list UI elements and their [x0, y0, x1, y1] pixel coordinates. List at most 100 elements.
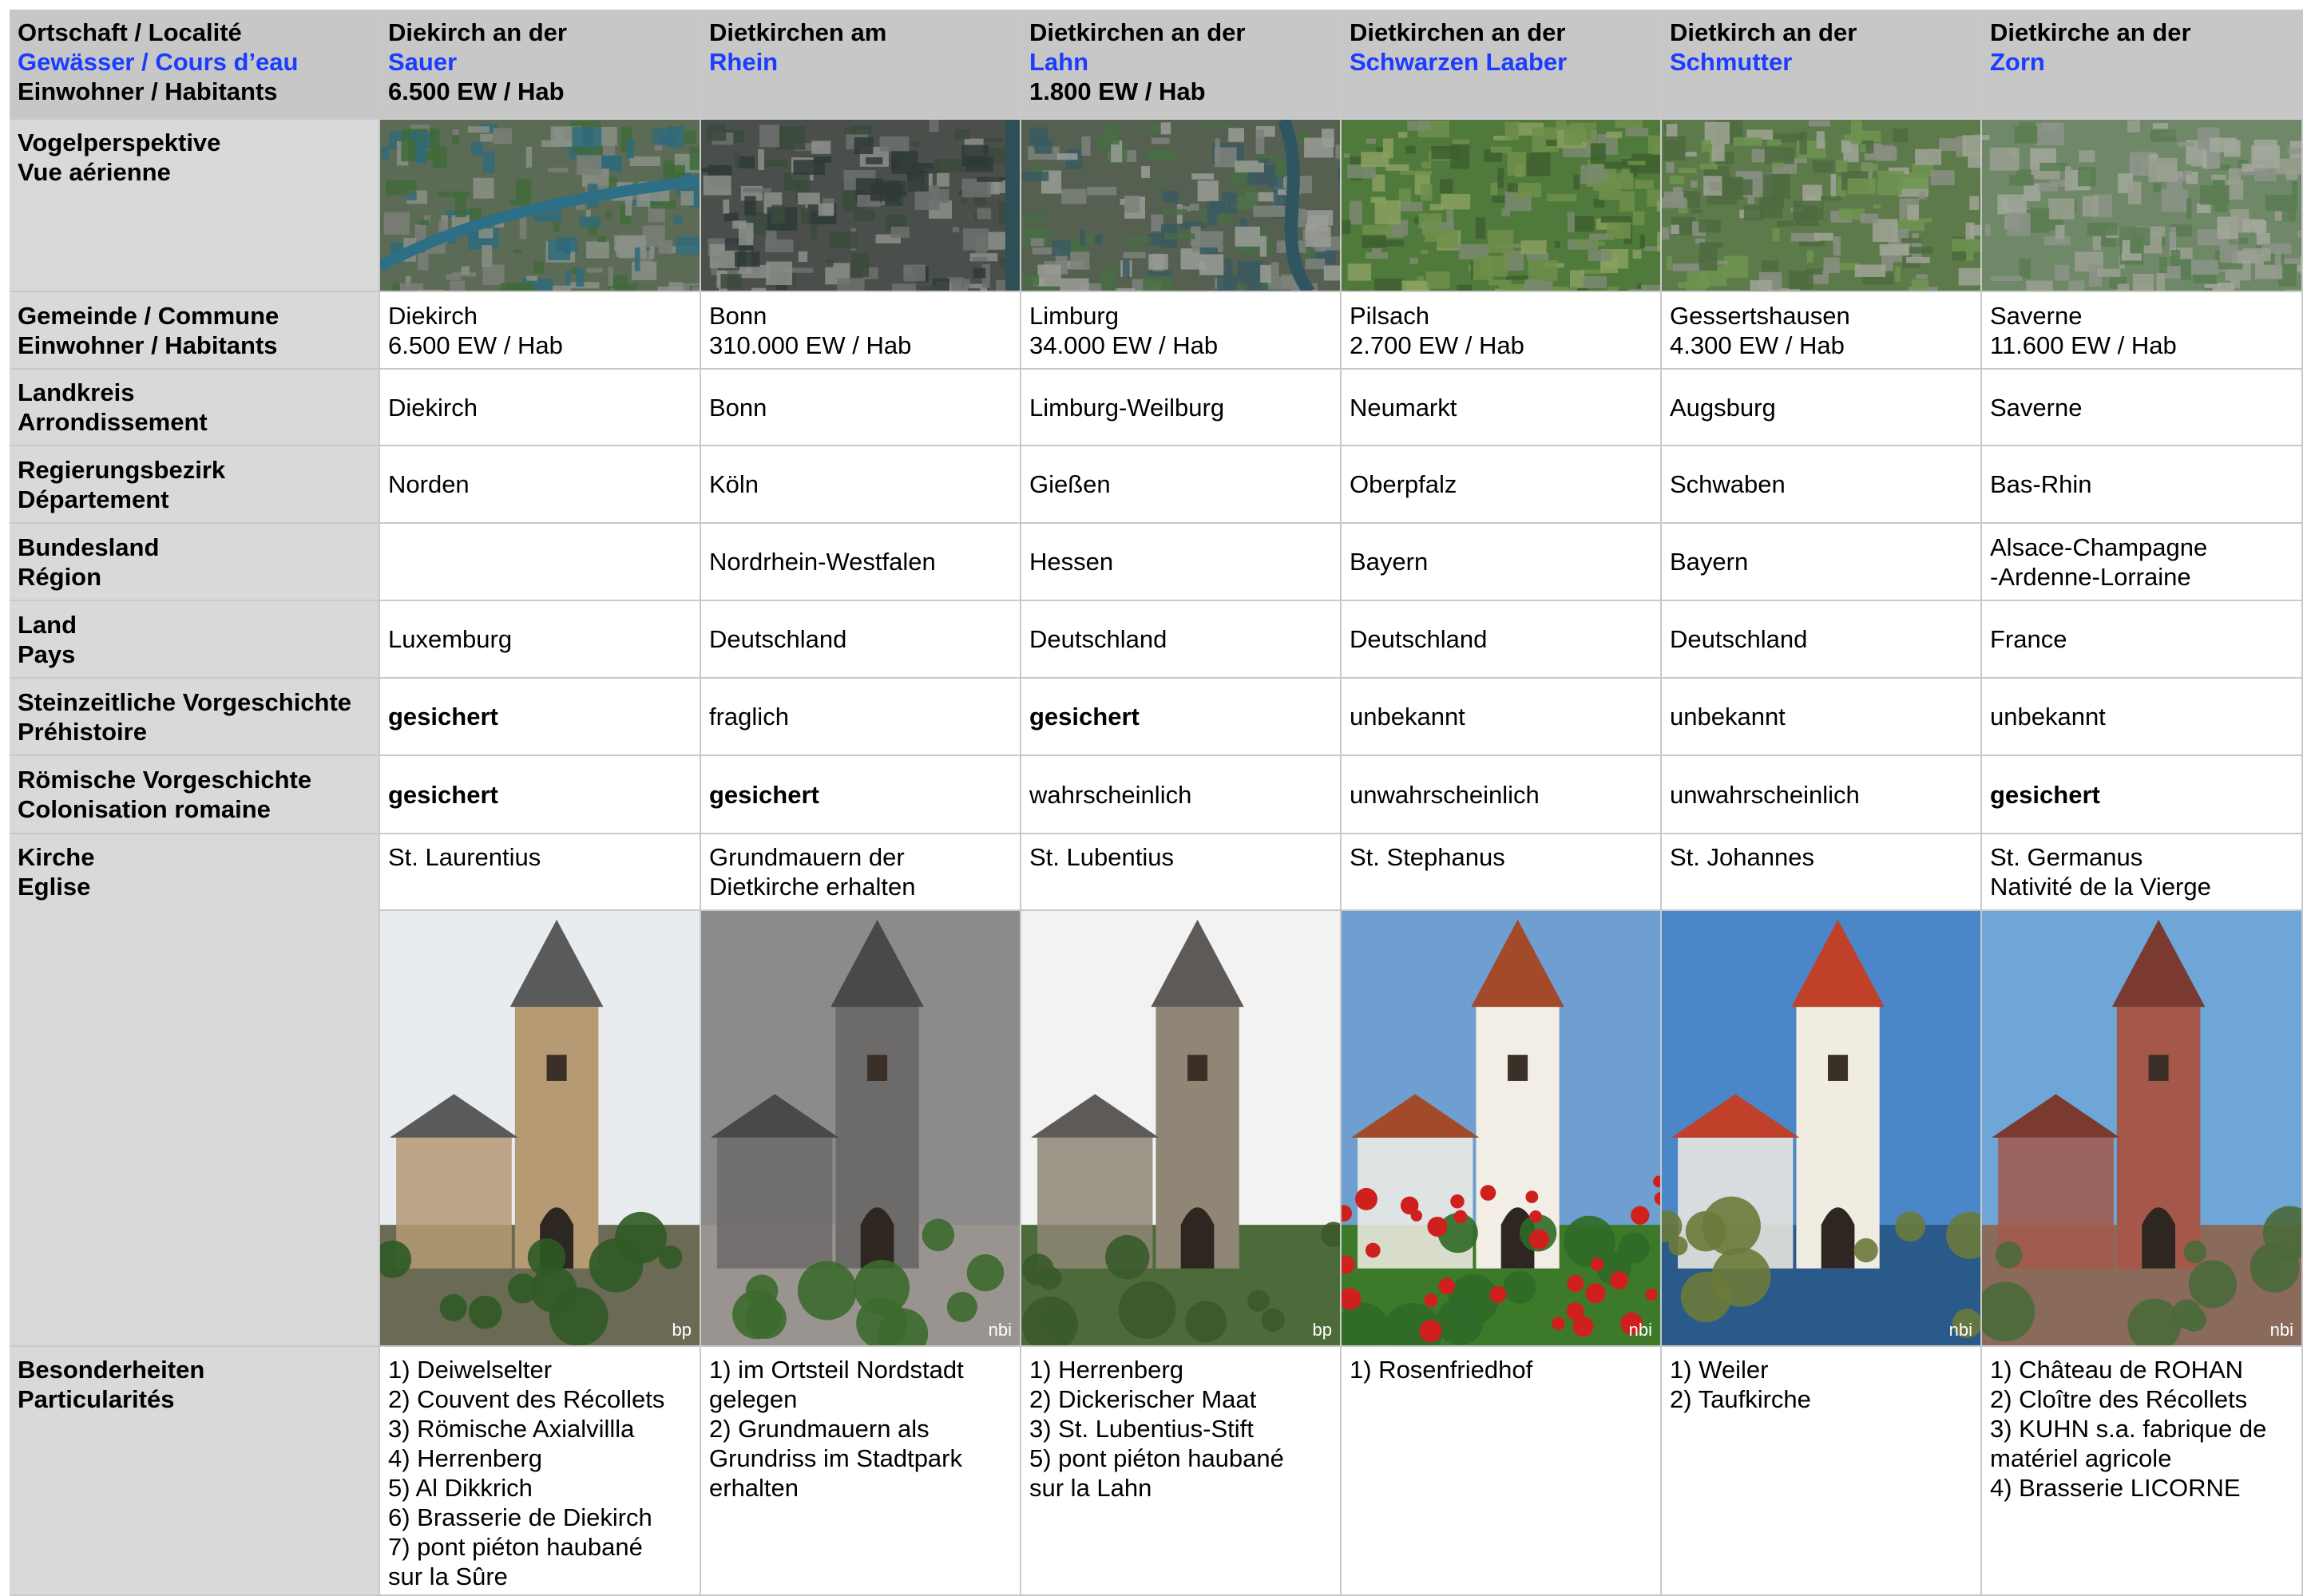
- feature-item: 1) Château de ROHAN: [1990, 1356, 2244, 1384]
- row-label-line1: Bundesland: [18, 533, 160, 561]
- features-list: 1) Herrenberg 2) Dickerischer Maat 3) St. …: [1021, 1347, 1342, 1596]
- church-name-line: St. Lubentius: [1029, 843, 1174, 871]
- photo-credit: nbi: [988, 1320, 1012, 1340]
- locality-population: 1.800 EW / Hab: [1029, 77, 1206, 105]
- row-label-line2: Particularités: [18, 1385, 175, 1413]
- feature-item: 1) Herrenberg: [1029, 1356, 1183, 1384]
- row-label-line1: Besonderheiten: [18, 1356, 205, 1384]
- church-photo: [1342, 911, 1660, 1345]
- church-name: Grundmauern der Dietkirche erhalten: [701, 834, 1021, 911]
- aerial-diekirch: [380, 120, 701, 292]
- roman-value-text: unwahrscheinlich: [1350, 780, 1540, 809]
- bundesland-value-line: Bayern: [1350, 548, 1429, 576]
- locality-name: Dietkirchen an der: [1029, 18, 1246, 46]
- row-label-church: Kirche Eglise: [10, 834, 380, 1347]
- church-photo: [1982, 911, 2301, 1345]
- bundesland-value: Alsace-Champagne -Ardenne-Lorraine: [1982, 524, 2303, 601]
- regbez-value: Gießen: [1021, 446, 1342, 524]
- land-value-text: Deutschland: [709, 625, 847, 653]
- row-label-prehistory: Steinzeitliche Vorgeschichte Préhistoire: [10, 679, 380, 756]
- commune-value-line: Pilsach: [1350, 301, 1429, 330]
- regbez-value-text: Gießen: [1029, 470, 1111, 498]
- prehistory-value: unbekannt: [1982, 679, 2303, 756]
- feature-item: 3) Römische Axialvillla: [388, 1415, 635, 1443]
- church-photo: [701, 911, 1020, 1345]
- roman-value: gesichert: [701, 756, 1021, 834]
- feature-item: 1) Deiwelselter: [388, 1356, 553, 1384]
- comparison-table: Ortschaft / Localité Gewässer / Cours d’e…: [0, 0, 2311, 1596]
- feature-item: 4) Brasserie LICORNE: [1990, 1474, 2241, 1502]
- prehistory-value-text: gesichert: [388, 703, 498, 731]
- church-name-line: St. Stephanus: [1350, 843, 1505, 871]
- church-name-line: St. Johannes: [1670, 843, 1814, 871]
- land-value: Deutschland: [701, 601, 1021, 679]
- feature-item: 4) Herrenberg: [388, 1444, 542, 1472]
- church-photo: [1021, 911, 1340, 1345]
- feature-item: Grundriss im Stadtpark: [709, 1444, 962, 1472]
- church-st-laurentius: bp: [380, 911, 701, 1347]
- photo-credit: nbi: [2269, 1320, 2293, 1340]
- commune-value: Diekirch 6.500 EW / Hab: [380, 292, 701, 370]
- regbez-value-text: Oberpfalz: [1350, 470, 1457, 498]
- commune-value-line: Bonn: [709, 301, 767, 330]
- feature-item: 1) Weiler: [1670, 1356, 1769, 1384]
- row-label-aerial: Vogelperspektive Vue aérienne: [10, 120, 380, 292]
- features-list: 1) Weiler 2) Taufkirche: [1662, 1347, 1982, 1596]
- locality-name: Dietkirchen am: [709, 18, 887, 46]
- row-label-line1: Gemeinde / Commune: [18, 301, 279, 330]
- aerial-photo: [1342, 120, 1660, 291]
- land-value-text: Deutschland: [1670, 625, 1808, 653]
- church-name-line: Dietkirche erhalten: [709, 873, 916, 901]
- row-label-line1: Kirche: [18, 843, 95, 871]
- roman-value-text: unwahrscheinlich: [1670, 780, 1860, 809]
- commune-value-line: Limburg: [1029, 301, 1119, 330]
- landkreis-value-text: Bonn: [709, 393, 767, 422]
- commune-value-line: Gessertshausen: [1670, 301, 1850, 330]
- features-list: 1) Deiwelselter 2) Couvent des Récollets 3…: [380, 1347, 701, 1596]
- photo-credit: nbi: [1948, 1320, 1972, 1340]
- roman-value-text: gesichert: [388, 780, 498, 809]
- feature-item: gelegen: [709, 1385, 798, 1413]
- row-label-line2: Colonisation romaine: [18, 795, 271, 823]
- features-list: 1) Rosenfriedhof: [1342, 1347, 1662, 1596]
- row-label-line2: Pays: [18, 640, 76, 668]
- row-label-line2: Einwohner / Habitants: [18, 331, 278, 359]
- feature-item: 6) Brasserie de Diekirch: [388, 1503, 652, 1531]
- aerial-photo: [1021, 120, 1340, 291]
- church-name: St. Lubentius: [1021, 834, 1342, 911]
- regbez-value-text: Bas-Rhin: [1990, 470, 2092, 498]
- roman-value: unwahrscheinlich: [1342, 756, 1662, 834]
- landkreis-value: Saverne: [1982, 370, 2303, 446]
- locality-name: Diekirch an der: [388, 18, 567, 46]
- bundesland-value-line: Nordrhein-Westfalen: [709, 548, 936, 576]
- row-label-features: Besonderheiten Particularités: [10, 1347, 380, 1596]
- church-dietkirche-bonn: nbi: [701, 911, 1021, 1347]
- land-value: Luxemburg: [380, 601, 701, 679]
- commune-value-line: Saverne: [1990, 301, 2083, 330]
- prehistory-value: unbekannt: [1662, 679, 1982, 756]
- landkreis-value-text: Augsburg: [1670, 393, 1776, 422]
- bundesland-value: [380, 524, 701, 601]
- locality-population: 6.500 EW / Hab: [388, 77, 565, 105]
- aerial-photo: [701, 120, 1020, 291]
- row-label-line2: Département: [18, 485, 169, 513]
- bundesland-value: Hessen: [1021, 524, 1342, 601]
- roman-value: gesichert: [380, 756, 701, 834]
- bundesland-value: Bayern: [1342, 524, 1662, 601]
- locality-header: Dietkirch an der Schmutter: [1662, 10, 1982, 120]
- row-label-line1: Landkreis: [18, 378, 135, 406]
- commune-value-line: 4.300 EW / Hab: [1670, 331, 1845, 359]
- feature-item: 3) KUHN s.a. fabrique de: [1990, 1415, 2267, 1443]
- bundesland-value: Bayern: [1662, 524, 1982, 601]
- church-name: St. Stephanus: [1342, 834, 1662, 911]
- aerial-photo: [1662, 120, 1980, 291]
- river-name: Rhein: [709, 48, 779, 76]
- feature-item: 2) Grundmauern als: [709, 1415, 930, 1443]
- landkreis-value-text: Neumarkt: [1350, 393, 1457, 422]
- commune-value: Saverne 11.600 EW / Hab: [1982, 292, 2303, 370]
- prehistory-value: gesichert: [1021, 679, 1342, 756]
- regbez-value-text: Norden: [388, 470, 470, 498]
- commune-value: Gessertshausen 4.300 EW / Hab: [1662, 292, 1982, 370]
- commune-value-line: Diekirch: [388, 301, 478, 330]
- regbez-value: Oberpfalz: [1342, 446, 1662, 524]
